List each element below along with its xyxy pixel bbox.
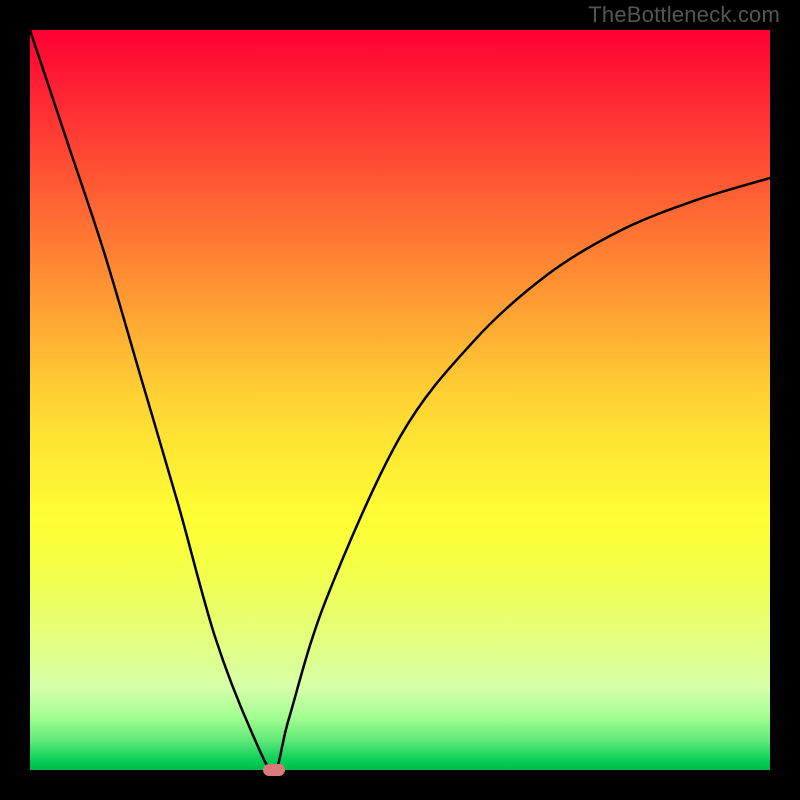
chart-plot-area xyxy=(30,30,770,770)
bottleneck-curve xyxy=(30,30,770,770)
watermark-text: TheBottleneck.com xyxy=(588,2,780,28)
optimal-point-marker xyxy=(263,764,285,776)
